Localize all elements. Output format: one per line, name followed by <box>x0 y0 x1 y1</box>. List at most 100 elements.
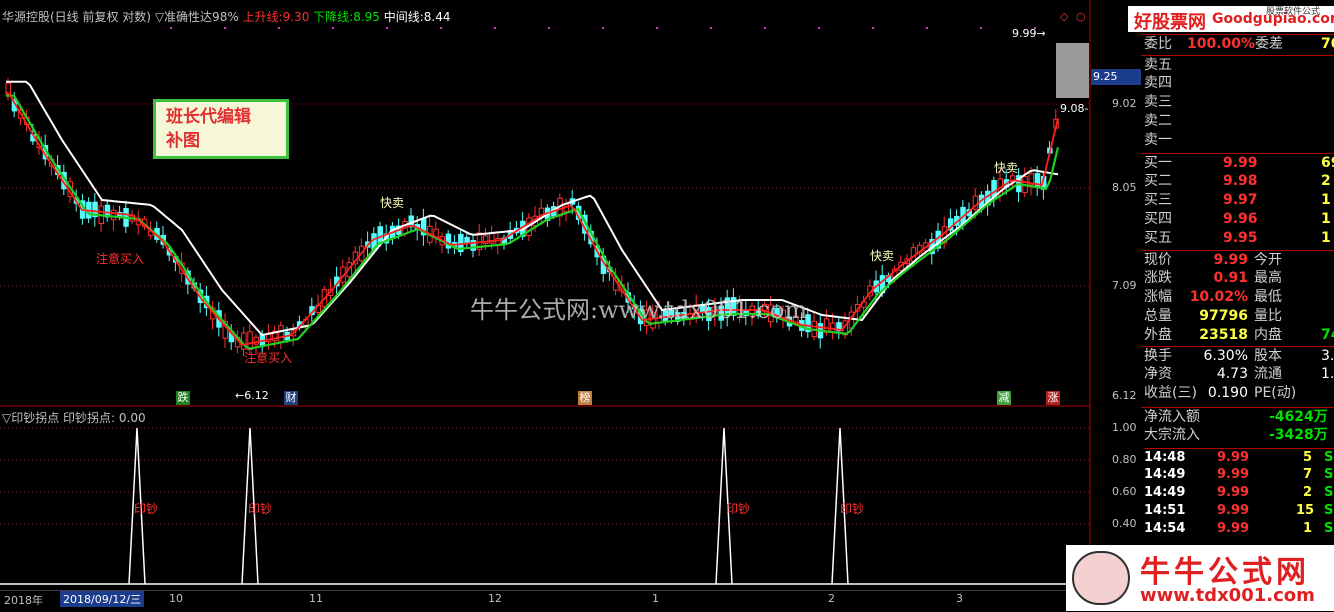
tick-row[interactable]: 14:51 9.99 15 S <box>1144 502 1334 520</box>
stat-row: 外盘 23518 内盘 74 <box>1141 326 1334 345</box>
event-badge-zhang[interactable]: 涨 <box>1046 391 1060 405</box>
top-marker <box>494 27 496 29</box>
sub-axis-label: 0.40 <box>1112 517 1137 530</box>
tick-time: 14:49 <box>1144 485 1186 500</box>
watermark: 牛牛公式网:www.tdx001.com <box>470 296 808 324</box>
buy-row[interactable]: 买五 9.95 1 <box>1141 229 1334 248</box>
down-line-value: 8.95 <box>353 10 380 24</box>
event-badge-bang[interactable]: 榜 <box>578 391 592 405</box>
signal-buy-1: 注意买入 <box>96 252 145 266</box>
buy-row[interactable]: 买四 9.96 1 <box>1141 210 1334 229</box>
tick-time: 14:54 <box>1144 521 1186 536</box>
date-year: 2018年 <box>4 594 43 607</box>
stat-row: 换手 6.30% 股本 3.1 <box>1141 346 1334 366</box>
tick-row[interactable]: 14:54 9.99 1 S <box>1144 520 1334 538</box>
tick-price: 9.99 <box>1217 450 1250 465</box>
date-month: 3 <box>956 592 963 605</box>
stat-row: 涨跌 0.91 最高 <box>1141 269 1334 288</box>
stat-label-2: 最低 <box>1254 289 1282 305</box>
up-line-label: 上升线: <box>242 10 283 24</box>
weibi-value: 100.00% <box>1187 36 1256 52</box>
logo-top-main: 好股票网 <box>1134 12 1206 33</box>
note-line-1: 班长代编辑 <box>166 107 251 127</box>
stat-label-2: 内盘 <box>1254 327 1282 343</box>
tick-volume: 1 <box>1302 521 1312 536</box>
tick-volume: 15 <box>1296 503 1315 518</box>
buy-price: 9.97 <box>1223 192 1258 208</box>
stat-value: 9.99 <box>1213 252 1248 268</box>
stat-label: 涨跌 <box>1144 270 1172 286</box>
tick-price: 9.99 <box>1217 521 1250 536</box>
down-line-label: 下降线: <box>313 10 354 24</box>
tick-side: S <box>1324 521 1334 536</box>
sub-chart-title[interactable]: ▽印钞拐点 印钞拐点: 0.00 <box>2 409 146 426</box>
stat-value: 97796 <box>1199 308 1248 324</box>
mid-line-label: 中间线: <box>383 10 424 24</box>
stat-label: 现价 <box>1144 252 1172 268</box>
stat-label: 外盘 <box>1144 327 1172 343</box>
top-marker <box>872 27 874 29</box>
indicator-name[interactable]: ▽准确性达98% <box>155 10 239 24</box>
flow-row: 大宗流入 -3428万 <box>1141 426 1334 445</box>
tick-row[interactable]: 14:49 9.99 2 S <box>1144 484 1334 502</box>
tick-side: S <box>1324 450 1334 465</box>
event-badge-cai[interactable]: 财 <box>284 391 298 405</box>
up-line-value: 9.30 <box>282 10 310 24</box>
top-marker <box>548 27 550 29</box>
sell-1-label: 卖一 <box>1144 132 1172 148</box>
buy-row[interactable]: 买一 9.99 69 <box>1141 153 1334 173</box>
expand-icon[interactable]: ○ <box>1076 10 1086 23</box>
date-axis[interactable]: 2018年 2018/09/12/三 10 11 12 1 2 3 <box>0 590 1090 612</box>
stat-value-2: 74 <box>1321 327 1334 343</box>
top-marker <box>386 27 388 29</box>
tick-row[interactable]: 14:48 9.99 5 S <box>1144 448 1334 467</box>
stat-row: 总量 97796 量比 <box>1141 307 1334 326</box>
sub-axis-label: 1.00 <box>1112 421 1137 434</box>
buy-price: 9.96 <box>1223 211 1258 227</box>
candle-body <box>377 226 383 244</box>
weicha-label: 委差 <box>1255 36 1283 52</box>
buy-volume: 1 <box>1321 211 1331 227</box>
weicha-value: 70 <box>1321 36 1334 52</box>
price-axis-label: 8.05 <box>1112 181 1137 194</box>
stat-label-2: 最高 <box>1254 270 1282 286</box>
logo-top-small: 股票软件公式 <box>1266 7 1321 17</box>
tick-volume: 2 <box>1302 485 1312 500</box>
logo-bottom-url: www.tdx001.com <box>1140 585 1315 606</box>
date-cursor[interactable]: 2018/09/12/三 <box>60 591 145 607</box>
flow-label: 大宗流入 <box>1144 427 1200 443</box>
event-badge-die[interactable]: 跌 <box>176 391 190 405</box>
mid-line-value: 8.44 <box>423 10 451 24</box>
diamond-icon: ◇ <box>1060 10 1069 23</box>
sell-2-label: 卖二 <box>1144 113 1172 129</box>
top-marker <box>332 27 334 29</box>
tick-time: 14:49 <box>1144 467 1186 482</box>
stat-value: 4.73 <box>1216 366 1248 382</box>
stat-label-2: 量比 <box>1254 308 1282 324</box>
stat-value: 10.02% <box>1189 289 1248 305</box>
buy-label: 买三 <box>1144 192 1172 208</box>
tick-side: S <box>1324 485 1334 500</box>
date-month: 2 <box>828 592 835 605</box>
high-price-marker: 9.99→ <box>1012 27 1046 40</box>
top-marker <box>710 27 712 29</box>
sell-4-label: 卖四 <box>1144 75 1172 91</box>
flow-value: -3428万 <box>1269 427 1328 443</box>
sub-signal-label: 印钞 <box>248 502 273 516</box>
top-marker <box>764 27 766 29</box>
stat-value: 6.30% <box>1203 348 1248 364</box>
stock-name: 华源控股(日线 前复权 对数) <box>2 10 151 24</box>
date-month: 12 <box>488 592 502 605</box>
buy-price: 9.99 <box>1223 155 1258 171</box>
tick-row[interactable]: 14:49 9.99 7 S <box>1144 466 1334 484</box>
event-badge-jian[interactable]: 减 <box>997 391 1011 405</box>
stat-label: 净资 <box>1144 366 1172 382</box>
buy-price: 9.95 <box>1223 230 1258 246</box>
top-marker <box>224 27 226 29</box>
buy-row[interactable]: 买二 9.98 2 <box>1141 172 1334 191</box>
buy-label: 买五 <box>1144 230 1172 246</box>
date-month: 10 <box>169 592 183 605</box>
candle-body <box>278 325 284 343</box>
buy-row[interactable]: 买三 9.97 1 <box>1141 191 1334 210</box>
signal-sell-1: 快卖 <box>380 196 405 210</box>
